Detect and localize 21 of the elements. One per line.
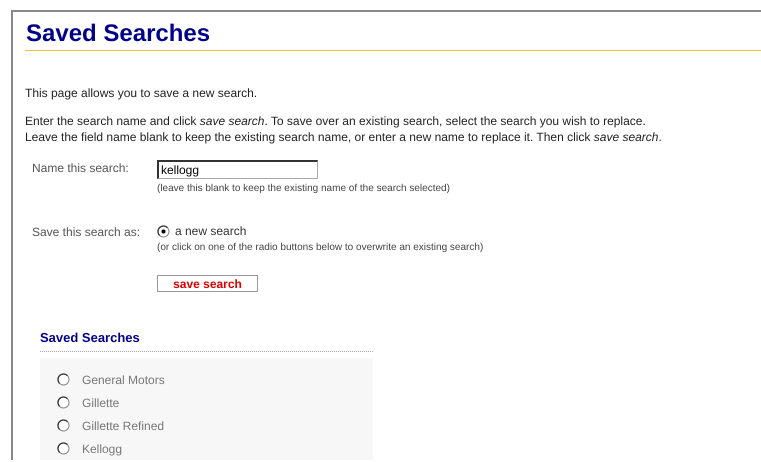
save-search-button[interactable]: save search [157, 275, 258, 292]
radio-button[interactable] [57, 373, 70, 386]
field-label: Name this search: [32, 160, 130, 177]
field-label: Save this search as: [32, 224, 142, 241]
instruction-text: Enter the search name and click save search. To save over an existing search, select the search you wish to replace. [25, 113, 647, 129]
option-label: a new search [175, 224, 246, 238]
radio-button[interactable] [57, 396, 70, 409]
section-heading: Saved Searches [40, 330, 373, 352]
radio-button[interactable] [157, 224, 170, 238]
saved-search-label: Kellogg [82, 442, 122, 456]
instruction-text: Leave the field name blank to keep the existing search name, or enter a new name to replace it. Then click save search. [25, 129, 663, 145]
saved-search-label: Gillette [82, 396, 120, 410]
field-hint: (leave this blank to keep the existing name of the search selected) [157, 183, 450, 194]
radio-button[interactable] [57, 442, 70, 455]
saved-search-label: General Motors [82, 372, 165, 386]
saved-search-label: Gillette Refined [82, 418, 164, 432]
intro-text: This page allows you to save a new search. [25, 85, 258, 101]
page-title: Saved Searches [25, 12, 761, 51]
field-hint: (or click on one of the radio buttons below to overwrite an existing search) [157, 242, 484, 253]
name-field[interactable]: kellogg [157, 160, 318, 179]
radio-button[interactable] [57, 419, 70, 432]
